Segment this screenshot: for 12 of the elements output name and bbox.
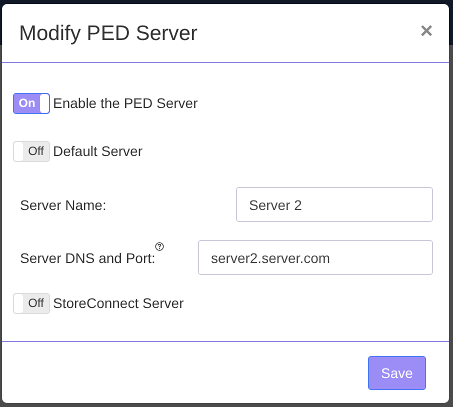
field-label: Server DNS and Port: [20, 250, 156, 266]
toggle-switch[interactable]: Off [13, 292, 50, 314]
text-field[interactable]: server2.server.com [198, 240, 433, 276]
toggle-switch[interactable]: Off [13, 140, 50, 162]
dialog-title: Modify PED Server [19, 22, 198, 46]
help-icon[interactable] [155, 242, 164, 252]
text-field[interactable]: Server 2 [236, 187, 433, 222]
toggle-label: Default Server [53, 143, 142, 160]
toggle-label: Enable the PED Server [53, 95, 198, 112]
field-label: Server Name: [20, 196, 106, 213]
close-button[interactable]: × [420, 20, 433, 42]
toggle-label: StoreConnect Server [53, 295, 184, 312]
